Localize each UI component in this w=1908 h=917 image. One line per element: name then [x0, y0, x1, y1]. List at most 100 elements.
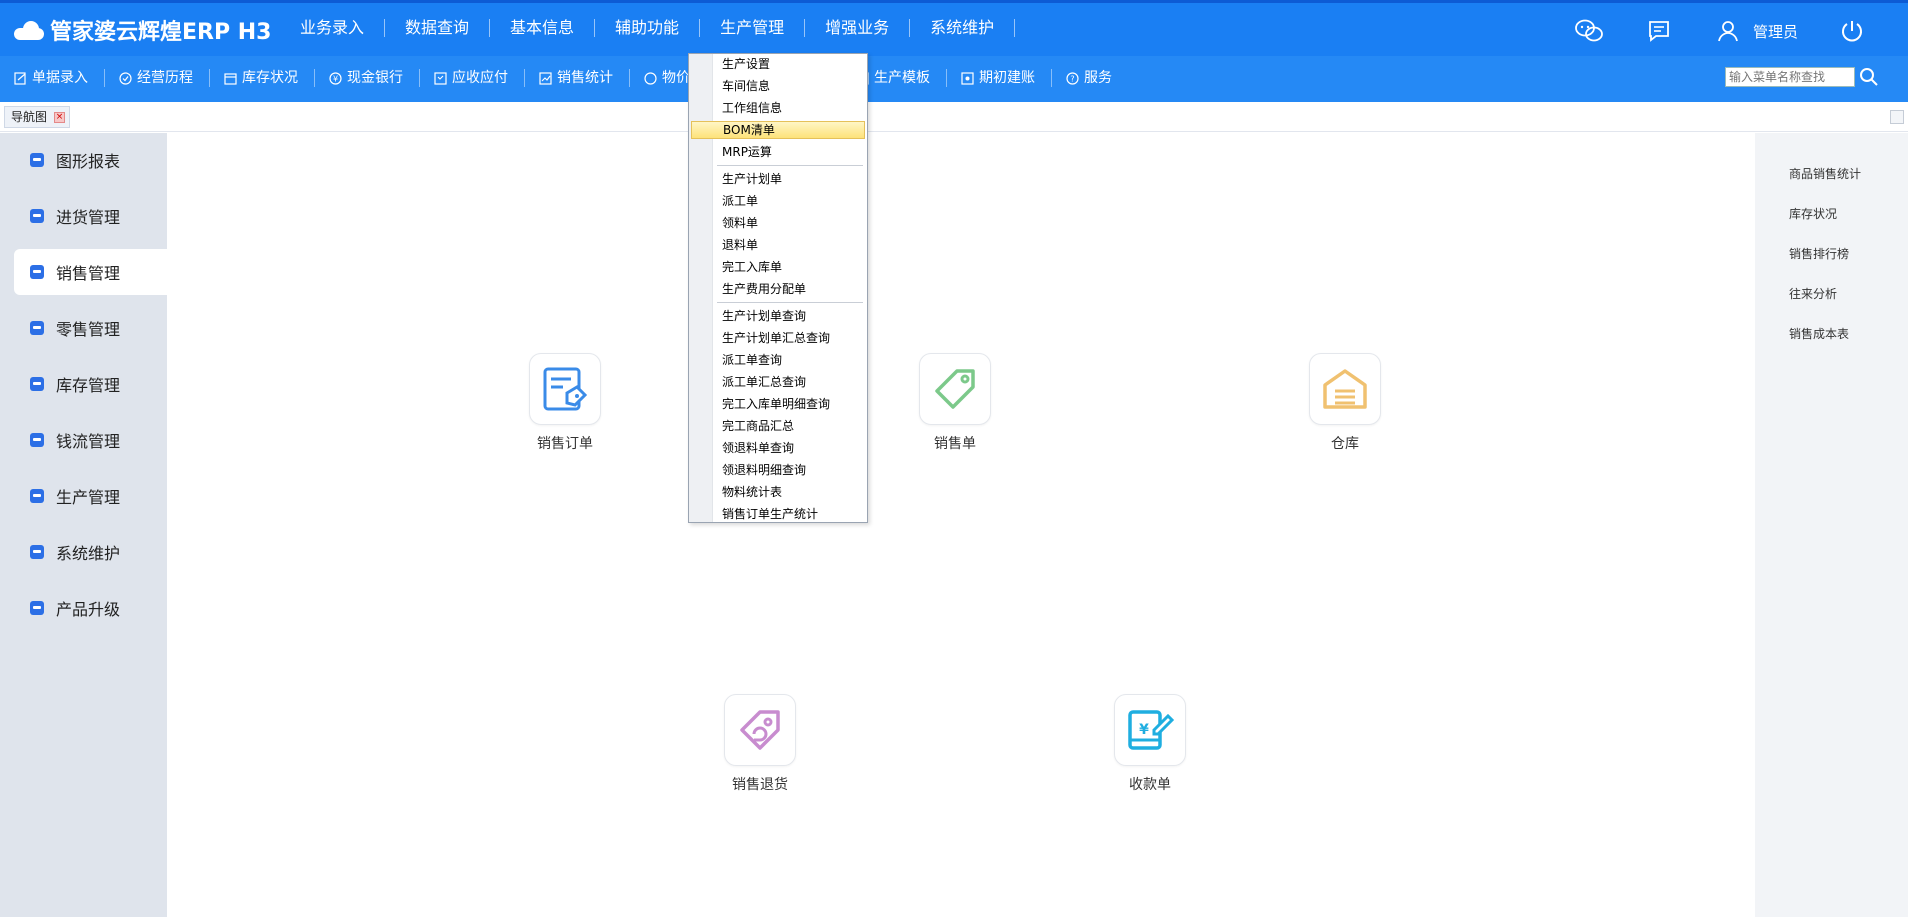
menu-item-plan-summary-query[interactable]: 生产计划单汇总查询: [691, 329, 865, 347]
tb-label: 销售统计: [557, 70, 613, 86]
tb-label: 单据录入: [32, 70, 88, 86]
tb-receivable-payable[interactable]: 应收应付: [434, 69, 525, 87]
menu-item-dispatch-summary-query[interactable]: 派工单汇总查询: [691, 373, 865, 391]
tb-cash-bank[interactable]: ¥ 现金银行: [329, 69, 420, 87]
purchase-icon: [30, 209, 44, 223]
topnav-aux-functions[interactable]: 辅助功能: [595, 19, 701, 37]
production-icon: [30, 489, 44, 503]
production-dropdown-menu: 生产设置 车间信息 工作组信息 BOM清单 MRP运算 生产计划单 派工单 领料…: [688, 53, 868, 523]
user-name[interactable]: 管理员: [1753, 21, 1798, 42]
tb-service[interactable]: ? 服务: [1066, 69, 1128, 87]
left-sidebar: 图形报表 进货管理 销售管理 零售管理 库存管理 钱流管理 生产管理 系统维护 …: [0, 133, 167, 917]
tile-receipt[interactable]: ¥ 收款单: [1090, 694, 1210, 794]
tile-label: 仓库: [1331, 436, 1359, 452]
topnav-system[interactable]: 系统维护: [910, 19, 1016, 37]
tile-sales-slip[interactable]: 销售单: [895, 353, 1015, 453]
menu-item-bom-list[interactable]: BOM清单: [691, 121, 865, 139]
sidebar-item-label: 生产管理: [56, 488, 121, 507]
tab-navigation-map[interactable]: 导航图 ×: [4, 106, 71, 128]
menu-item-dispatch-query[interactable]: 派工单查询: [691, 351, 865, 369]
header-right: 管理员: [1535, 15, 1868, 47]
chart-icon: [30, 153, 44, 167]
tb-stock-status[interactable]: 库存状况: [224, 69, 315, 87]
coin-icon: ¥: [329, 71, 342, 85]
menu-item-material-return[interactable]: 退料单: [691, 236, 865, 254]
sidebar-item-inventory[interactable]: 库存管理: [14, 361, 167, 407]
svg-text:¥: ¥: [1139, 722, 1149, 738]
tile-sales-order[interactable]: 销售订单: [505, 353, 625, 453]
menu-item-cost-allocation[interactable]: 生产费用分配单: [691, 280, 865, 298]
topnav-basic-info[interactable]: 基本信息: [490, 19, 596, 37]
topnav-business-entry[interactable]: 业务录入: [280, 19, 386, 37]
tb-label: 物价: [662, 70, 690, 86]
topnav-production[interactable]: 生产管理: [700, 19, 806, 37]
menu-item-completion-receipt[interactable]: 完工入库单: [691, 258, 865, 276]
menu-item-material-detail-query[interactable]: 领退料明细查询: [691, 461, 865, 479]
menu-search-input[interactable]: [1725, 67, 1855, 87]
tile-label: 销售订单: [537, 436, 593, 452]
sales-icon: [30, 265, 44, 279]
menu-item-production-settings[interactable]: 生产设置: [691, 55, 865, 73]
tb-label: 服务: [1084, 70, 1112, 86]
menu-item-production-plan[interactable]: 生产计划单: [691, 170, 865, 188]
top-header: 管家婆云辉煌ERP H3 业务录入 数据查询 基本信息 辅助功能 生产管理 增强…: [0, 0, 1908, 56]
sidebar-item-sales[interactable]: 销售管理: [14, 249, 167, 295]
link-account-analysis[interactable]: 往来分析: [1789, 285, 1837, 302]
tb-document-entry[interactable]: 单据录入: [14, 69, 105, 87]
receipt-icon: ¥: [1114, 694, 1186, 766]
search-icon[interactable]: [1859, 67, 1879, 87]
close-icon[interactable]: ×: [54, 112, 66, 123]
sidebar-item-production[interactable]: 生产管理: [14, 473, 167, 519]
topnav-data-query[interactable]: 数据查询: [385, 19, 491, 37]
sidebar-item-cashflow[interactable]: 钱流管理: [14, 417, 167, 463]
wechat-icon[interactable]: [1573, 15, 1605, 47]
sidebar-item-system[interactable]: 系统维护: [14, 529, 167, 575]
power-icon[interactable]: [1836, 15, 1868, 47]
menu-item-receipt-detail-query[interactable]: 完工入库单明细查询: [691, 395, 865, 413]
tb-label: 现金银行: [347, 70, 403, 86]
tb-production-template[interactable]: 生产模板: [856, 69, 947, 87]
sidebar-item-label: 销售管理: [56, 264, 121, 283]
cashflow-icon: [30, 433, 44, 447]
link-sales-cost[interactable]: 销售成本表: [1789, 325, 1849, 342]
tb-business-history[interactable]: 经营历程: [119, 69, 210, 87]
message-icon[interactable]: [1643, 15, 1675, 47]
menu-item-workgroup-info[interactable]: 工作组信息: [691, 99, 865, 117]
close-all-tabs-icon[interactable]: [1890, 110, 1904, 124]
menu-item-order-production-stats[interactable]: 销售订单生产统计: [691, 505, 865, 523]
sidebar-item-purchase[interactable]: 进货管理: [14, 193, 167, 239]
user-icon[interactable]: [1713, 15, 1745, 47]
app-logo: 管家婆云辉煌ERP H3: [14, 15, 271, 45]
tb-opening-setup[interactable]: 期初建账: [961, 69, 1052, 87]
sidebar-item-label: 系统维护: [56, 544, 121, 563]
menu-item-material-query[interactable]: 领退料单查询: [691, 439, 865, 457]
price-icon: [644, 71, 657, 85]
tile-label: 销售单: [934, 436, 976, 452]
menu-item-material-requisition[interactable]: 领料单: [691, 214, 865, 232]
chart-doc-icon: [539, 71, 552, 85]
tb-sales-stats[interactable]: 销售统计: [539, 69, 630, 87]
sidebar-item-charts[interactable]: 图形报表: [14, 137, 167, 183]
sales-order-icon: [529, 353, 601, 425]
svg-text:¥: ¥: [333, 74, 338, 83]
sidebar-item-retail[interactable]: 零售管理: [14, 305, 167, 351]
sidebar-item-label: 库存管理: [56, 376, 121, 395]
ledger-icon: [434, 71, 447, 85]
menu-separator: [717, 302, 863, 303]
edit-doc-icon: [14, 71, 26, 85]
tile-sales-return[interactable]: 销售退货: [700, 694, 820, 794]
menu-item-dispatch[interactable]: 派工单: [691, 192, 865, 210]
topnav-enhanced[interactable]: 增强业务: [805, 19, 911, 37]
link-stock-status[interactable]: 库存状况: [1789, 205, 1837, 222]
menu-item-workshop-info[interactable]: 车间信息: [691, 77, 865, 95]
sidebar-item-label: 进货管理: [56, 208, 121, 227]
menu-item-finished-goods-summary[interactable]: 完工商品汇总: [691, 417, 865, 435]
sidebar-item-upgrade[interactable]: 产品升级: [14, 585, 167, 631]
link-product-sales-stats[interactable]: 商品销售统计: [1789, 165, 1861, 182]
tile-warehouse[interactable]: 仓库: [1285, 353, 1405, 453]
tb-label: 应收应付: [452, 70, 508, 86]
link-sales-ranking[interactable]: 销售排行榜: [1789, 245, 1849, 262]
menu-item-mrp[interactable]: MRP运算: [691, 143, 865, 161]
menu-item-material-stats[interactable]: 物料统计表: [691, 483, 865, 501]
menu-item-plan-query[interactable]: 生产计划单查询: [691, 307, 865, 325]
